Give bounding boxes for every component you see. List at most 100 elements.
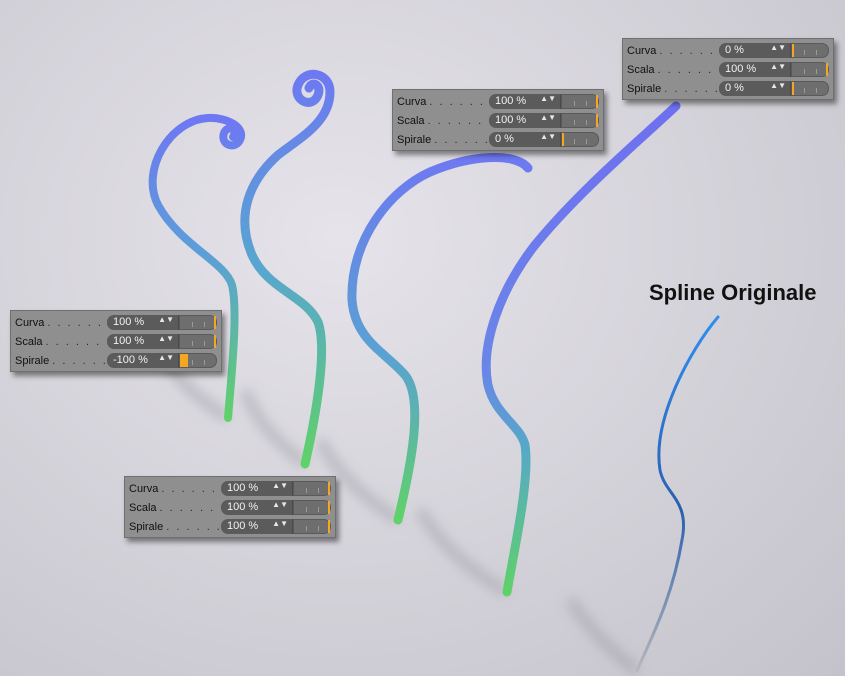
- param-label: Spirale. . . . . . . . . . . . .: [129, 521, 221, 533]
- param-value: 100 %: [495, 95, 527, 107]
- stepper-arrows-icon[interactable]: ▲▼: [272, 500, 288, 509]
- param-value-field[interactable]: 0 % ▲▼: [719, 43, 791, 58]
- slider-fill: [214, 335, 216, 348]
- param-value: 0 %: [725, 44, 744, 56]
- param-slider[interactable]: [293, 500, 331, 515]
- params-panel-upper-middle: Curva. . . . . . . . . . . . .100 %▲▼Sca…: [392, 89, 604, 151]
- spline-original-title: Spline Originale: [649, 280, 817, 305]
- param-value-field[interactable]: 100 % ▲▼: [221, 500, 293, 515]
- slider-tick: [816, 88, 817, 93]
- label-dots: . . . . . . . . . . . . .: [52, 354, 107, 367]
- stepper-arrows-icon[interactable]: ▲▼: [770, 43, 786, 52]
- param-value-field[interactable]: 100 % ▲▼: [489, 94, 561, 109]
- label-dots: . . . . . . . . . . . . .: [434, 133, 489, 146]
- slider-tick: [306, 507, 307, 512]
- slider-tick: [804, 69, 805, 74]
- slider-fill: [214, 316, 216, 329]
- param-slider[interactable]: [791, 62, 829, 77]
- param-slider[interactable]: [791, 81, 829, 96]
- param-value-field[interactable]: -100 % ▲▼: [107, 353, 179, 368]
- param-slider[interactable]: [791, 43, 829, 58]
- slider-tick: [574, 101, 575, 106]
- param-row-scala: Scala. . . . . . . . . . . . . 100 % ▲▼: [129, 498, 332, 517]
- param-value-field[interactable]: 100 % ▲▼: [221, 519, 293, 534]
- param-slider[interactable]: [293, 519, 331, 534]
- param-row-spirale: Spirale. . . . . . . . . . . . . 0 % ▲▼: [397, 130, 600, 149]
- param-value-field[interactable]: 0 % ▲▼: [719, 81, 791, 96]
- param-label: Curva. . . . . . . . . . . . .: [627, 45, 719, 57]
- label-dots: . . . . . . . . . . . . .: [429, 95, 489, 108]
- label-dots: . . . . . . . . . . . . .: [657, 63, 719, 76]
- param-label: Scala. . . . . . . . . . . . .: [397, 115, 489, 127]
- stepper-arrows-icon[interactable]: ▲▼: [158, 353, 174, 362]
- stepper-arrows-icon[interactable]: ▲▼: [770, 81, 786, 90]
- stepper-arrows-icon[interactable]: ▲▼: [770, 62, 786, 71]
- label-dots: . . . . . . . . . . . . .: [159, 501, 221, 514]
- param-label: Scala. . . . . . . . . . . . .: [627, 64, 719, 76]
- param-value-field[interactable]: 100 % ▲▼: [221, 481, 293, 496]
- param-label: Spirale. . . . . . . . . . . . .: [627, 83, 719, 95]
- stepper-arrows-icon[interactable]: ▲▼: [272, 481, 288, 490]
- slider-fill: [328, 520, 330, 533]
- slider-fill: [180, 354, 188, 367]
- param-label-text: Scala: [397, 114, 425, 127]
- stepper-arrows-icon[interactable]: ▲▼: [158, 315, 174, 324]
- slider-tick: [816, 50, 817, 55]
- slider-tick: [574, 120, 575, 125]
- param-slider[interactable]: [179, 334, 217, 349]
- param-row-curva: Curva. . . . . . . . . . . . . 100 % ▲▼: [15, 313, 218, 332]
- slider-fill: [792, 82, 794, 95]
- param-value-field[interactable]: 0 % ▲▼: [489, 132, 561, 147]
- param-label-text: Scala: [15, 335, 43, 348]
- param-label-text: Spirale: [627, 82, 662, 95]
- param-slider[interactable]: [179, 315, 217, 330]
- slider-fill: [562, 133, 564, 146]
- param-slider[interactable]: [179, 353, 217, 368]
- param-row-spirale: Spirale. . . . . . . . . . . . . -100 % ▲▼: [15, 351, 218, 370]
- param-value: 100 %: [227, 482, 259, 494]
- label-dots: . . . . . . . . . . . . .: [166, 520, 221, 533]
- param-label: Curva. . . . . . . . . . . . .: [129, 483, 221, 495]
- param-label-text: Spirale: [129, 520, 164, 533]
- param-label: Scala. . . . . . . . . . . . .: [129, 502, 221, 514]
- param-value-field[interactable]: 100 % ▲▼: [107, 315, 179, 330]
- param-row-curva: Curva. . . . . . . . . . . . . 100 % ▲▼: [129, 479, 332, 498]
- param-value-field[interactable]: 100 % ▲▼: [107, 334, 179, 349]
- param-value: 100 %: [227, 501, 259, 513]
- stepper-arrows-icon[interactable]: ▲▼: [540, 113, 556, 122]
- param-slider[interactable]: [561, 132, 599, 147]
- stepper-arrows-icon[interactable]: ▲▼: [540, 132, 556, 141]
- slider-fill: [596, 95, 598, 108]
- param-label: Curva. . . . . . . . . . . . .: [397, 96, 489, 108]
- param-value-field[interactable]: 100 % ▲▼: [719, 62, 791, 77]
- slider-tick: [192, 341, 193, 346]
- slider-tick: [318, 488, 319, 493]
- param-label: Scala. . . . . . . . . . . . .: [15, 336, 107, 348]
- params-panel-top-right: Curva. . . . . . . . . . . . . 0 % ▲▼ Scala…: [622, 38, 834, 100]
- slider-tick: [318, 507, 319, 512]
- slider-tick: [574, 139, 575, 144]
- param-label-text: Scala: [129, 501, 157, 514]
- param-label: Spirale. . . . . . . . . . . . .: [15, 355, 107, 367]
- slider-fill: [596, 114, 598, 127]
- slider-fill: [792, 44, 794, 57]
- slider-tick: [306, 526, 307, 531]
- label-dots: . . . . . . . . . . . . .: [47, 316, 107, 329]
- param-value: 0 %: [495, 133, 514, 145]
- stepper-arrows-icon[interactable]: ▲▼: [272, 519, 288, 528]
- slider-tick: [204, 322, 205, 327]
- slider-tick: [586, 101, 587, 106]
- stepper-arrows-icon[interactable]: ▲▼: [540, 94, 556, 103]
- param-slider[interactable]: [561, 94, 599, 109]
- tube-spiral-curled: [240, 69, 335, 469]
- param-slider[interactable]: [293, 481, 331, 496]
- param-value-field[interactable]: 100 % ▲▼: [489, 113, 561, 128]
- param-value: 100 %: [495, 114, 527, 126]
- slider-tick: [586, 120, 587, 125]
- stepper-arrows-icon[interactable]: ▲▼: [158, 334, 174, 343]
- param-row-scala: Scala. . . . . . . . . . . . . 100 % ▲▼: [397, 111, 600, 130]
- param-slider[interactable]: [561, 113, 599, 128]
- param-value: 100 %: [113, 316, 145, 328]
- param-label-text: Spirale: [15, 354, 50, 367]
- slider-tick: [306, 488, 307, 493]
